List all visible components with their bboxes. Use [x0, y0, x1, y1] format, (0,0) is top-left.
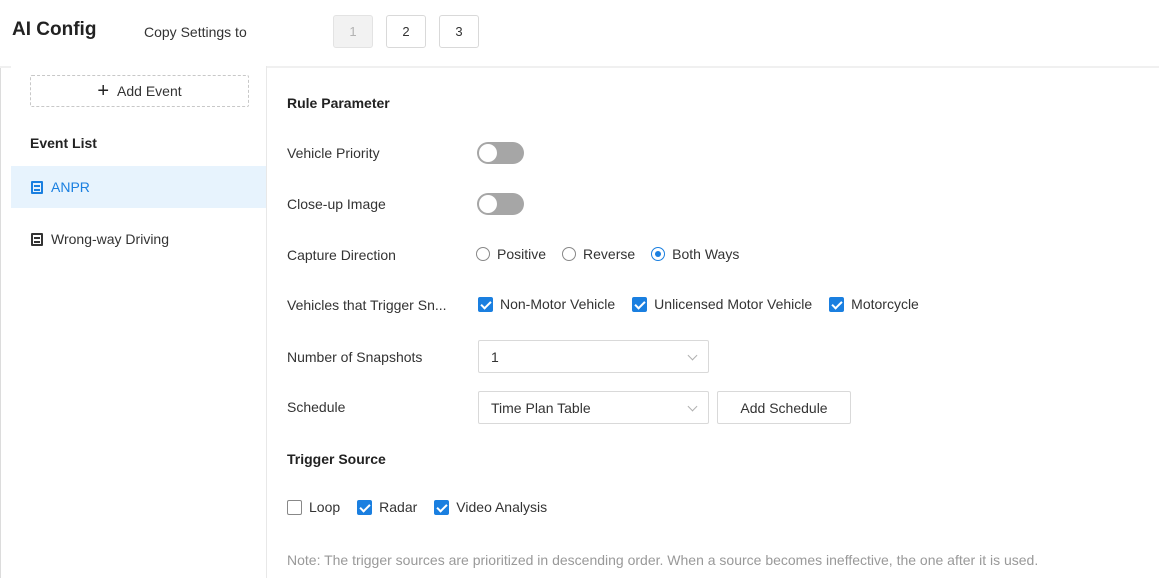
checkbox-box — [434, 499, 450, 515]
checkbox-unlicensed-motor-vehicle[interactable]: Unlicensed Motor Vehicle — [632, 296, 812, 312]
checkbox-label: Radar — [379, 499, 418, 515]
event-list-title: Event List — [30, 135, 97, 151]
event-item-anpr[interactable]: ANPR — [11, 166, 266, 208]
radio-circle — [651, 247, 666, 261]
page-title: AI Config — [12, 19, 97, 40]
checkbox-label: Motorcycle — [851, 296, 919, 312]
schedule-select[interactable]: Time Plan Table — [478, 391, 709, 424]
checkbox-label: Video Analysis — [456, 499, 548, 515]
checkbox-loop[interactable]: Loop — [287, 499, 340, 515]
checkbox-box — [478, 296, 493, 312]
event-item-wrong-way-driving[interactable]: Wrong-way Driving — [11, 218, 266, 260]
trigger-note: Note: The trigger sources are prioritize… — [287, 552, 1039, 568]
checkbox-motorcycle[interactable]: Motorcycle — [829, 296, 919, 312]
rule-panel: Rule Parameter Vehicle Priority Close-up… — [268, 66, 1159, 578]
add-schedule-button[interactable]: Add Schedule — [717, 391, 851, 424]
trigger-vehicles-label: Vehicles that Trigger Sn... — [287, 297, 447, 313]
schedule-label: Schedule — [287, 399, 346, 415]
document-icon — [31, 232, 43, 246]
event-item-label: ANPR — [51, 179, 90, 195]
radio-both-ways[interactable]: Both Ways — [651, 246, 739, 262]
radio-label: Positive — [497, 246, 547, 262]
document-icon — [31, 180, 43, 194]
vehicle-priority-label: Vehicle Priority — [287, 145, 380, 161]
checkbox-label: Loop — [309, 499, 341, 515]
select-value: 1 — [491, 348, 499, 365]
plus-icon: + — [97, 80, 110, 102]
event-sidebar: + Add Event Event List ANPR Wrong-way Dr… — [11, 66, 267, 578]
event-item-label: Wrong-way Driving — [51, 231, 169, 247]
checkbox-box — [287, 499, 302, 515]
trigger-source-title: Trigger Source — [287, 451, 386, 467]
add-event-label: Add Event — [117, 83, 182, 99]
radio-reverse[interactable]: Reverse — [562, 246, 635, 262]
trigger-source-group: Loop Radar Video Analysis — [287, 499, 564, 515]
checkbox-label: Unlicensed Motor Vehicle — [654, 296, 813, 312]
chevron-down-icon — [687, 401, 698, 412]
trigger-vehicles-group: Non-Motor Vehicle Unlicensed Motor Vehic… — [478, 296, 936, 312]
channel-2-button[interactable]: 2 — [386, 15, 426, 48]
chevron-down-icon — [687, 350, 698, 361]
vehicle-priority-toggle[interactable] — [477, 142, 524, 164]
checkbox-label: Non-Motor Vehicle — [500, 296, 616, 312]
checkbox-radar[interactable]: Radar — [357, 499, 417, 515]
channel-1-button[interactable]: 1 — [333, 15, 373, 48]
radio-circle — [476, 247, 490, 261]
checkbox-box — [829, 296, 845, 312]
capture-direction-label: Capture Direction — [287, 247, 396, 263]
snapshots-label: Number of Snapshots — [287, 349, 423, 365]
channel-3-button[interactable]: 3 — [439, 15, 479, 48]
checkbox-box — [357, 499, 373, 515]
radio-circle — [562, 247, 577, 261]
checkbox-box — [632, 296, 648, 312]
closeup-image-toggle[interactable] — [477, 193, 524, 215]
radio-label: Both Ways — [672, 246, 740, 262]
checkbox-non-motor-vehicle[interactable]: Non-Motor Vehicle — [478, 296, 615, 312]
page-header: AI Config Copy Settings to 1 2 3 — [0, 0, 1159, 66]
snapshots-select[interactable]: 1 — [478, 340, 709, 373]
copy-settings-label: Copy Settings to — [144, 24, 247, 40]
radio-positive[interactable]: Positive — [476, 246, 546, 262]
closeup-image-label: Close-up Image — [287, 196, 386, 212]
rule-parameter-title: Rule Parameter — [287, 95, 390, 111]
checkbox-video-analysis[interactable]: Video Analysis — [434, 499, 547, 515]
radio-label: Reverse — [583, 246, 636, 262]
add-event-button[interactable]: + Add Event — [30, 75, 249, 107]
capture-direction-group: Positive Reverse Both Ways — [476, 246, 755, 262]
select-value: Time Plan Table — [491, 399, 591, 416]
